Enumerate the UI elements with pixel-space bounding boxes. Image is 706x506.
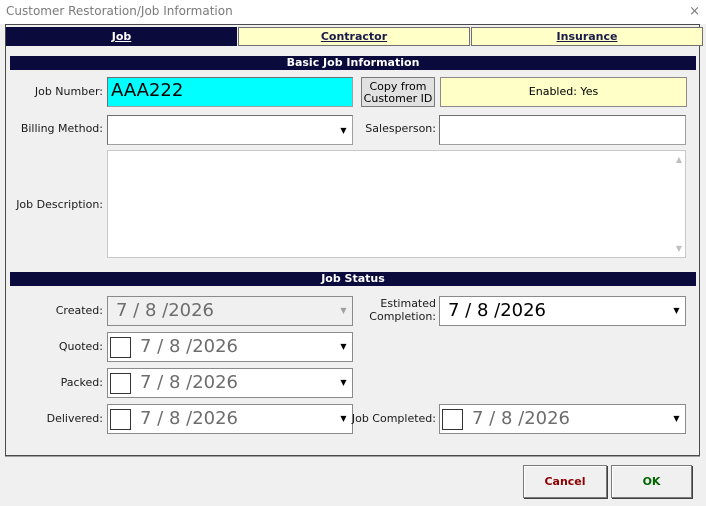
job-number-label: Job Number: (34, 85, 103, 98)
billing-method-dropdown[interactable]: ▼ (107, 115, 353, 145)
packed-label: Packed: (60, 376, 103, 389)
created-date-picker: 7 / 8 /2026 ▼ (107, 296, 353, 326)
estimated-label-line2: Completion: (369, 310, 436, 323)
job-information-panel: Job Contractor Insurance Basic Job Infor… (5, 24, 703, 456)
estimated-completion-value: 7 / 8 /2026 (448, 300, 547, 321)
tab-strip: Job Contractor Insurance (6, 27, 703, 46)
copy-from-customer-id-button[interactable]: Copy from Customer ID (361, 77, 435, 107)
quoted-date-picker[interactable]: 7 / 8 /2026 ▼ (107, 332, 353, 362)
delivered-checkbox[interactable] (110, 409, 131, 430)
chevron-down-icon: ▼ (336, 298, 351, 324)
ok-button[interactable]: OK (611, 465, 692, 498)
packed-date-picker[interactable]: 7 / 8 /2026 ▼ (107, 368, 353, 398)
created-label: Created: (55, 304, 103, 317)
window-title: Customer Restoration/Job Information (6, 4, 233, 18)
created-date-value: 7 / 8 /2026 (116, 300, 215, 321)
chevron-down-icon[interactable]: ▼ (336, 334, 351, 360)
billing-method-label: Billing Method: (20, 122, 103, 135)
quoted-date-value: 7 / 8 /2026 (140, 336, 239, 357)
scroll-up-icon[interactable]: ▲ (676, 155, 682, 164)
job-completed-label: Job Completed: (351, 412, 436, 425)
chevron-down-icon[interactable]: ▼ (336, 117, 351, 143)
scroll-down-icon[interactable]: ▼ (676, 244, 682, 253)
delivered-label: Delivered: (46, 412, 103, 425)
basic-info-header: Basic Job Information (10, 56, 696, 70)
chevron-down-icon[interactable]: ▼ (669, 298, 684, 324)
job-description-textarea[interactable]: ▲ ▼ (107, 150, 686, 258)
footer-divider (5, 456, 700, 457)
job-completed-date-picker[interactable]: 7 / 8 /2026 ▼ (439, 404, 686, 434)
job-description-label: Job Description: (16, 198, 103, 211)
tab-contractor[interactable]: Contractor (238, 27, 470, 46)
salesperson-label: Salesperson: (365, 122, 436, 135)
quoted-checkbox[interactable] (110, 337, 131, 358)
job-status-header: Job Status (10, 272, 696, 286)
chevron-down-icon[interactable]: ▼ (336, 370, 351, 396)
salesperson-input[interactable] (439, 115, 686, 145)
close-icon[interactable]: × (689, 4, 700, 19)
estimated-label-line1: Estimated (380, 297, 436, 310)
tab-job[interactable]: Job (6, 27, 237, 46)
job-number-input[interactable]: AAA222 (107, 77, 353, 107)
job-completed-date-value: 7 / 8 /2026 (472, 408, 571, 429)
delivered-date-value: 7 / 8 /2026 (140, 408, 239, 429)
chevron-down-icon[interactable]: ▼ (669, 406, 684, 432)
copy-button-line2: Customer ID (363, 92, 433, 105)
quoted-label: Quoted: (58, 340, 103, 353)
packed-date-value: 7 / 8 /2026 (140, 372, 239, 393)
window-titlebar: Customer Restoration/Job Information × (0, 0, 706, 24)
delivered-date-picker[interactable]: 7 / 8 /2026 ▼ (107, 404, 353, 434)
tab-insurance[interactable]: Insurance (471, 27, 703, 46)
packed-checkbox[interactable] (110, 373, 131, 394)
estimated-completion-label: Estimated Completion: (361, 297, 436, 323)
estimated-completion-date-picker[interactable]: 7 / 8 /2026 ▼ (439, 296, 686, 326)
enabled-status: Enabled: Yes (440, 77, 687, 107)
cancel-button[interactable]: Cancel (523, 465, 607, 498)
job-completed-checkbox[interactable] (442, 409, 463, 430)
